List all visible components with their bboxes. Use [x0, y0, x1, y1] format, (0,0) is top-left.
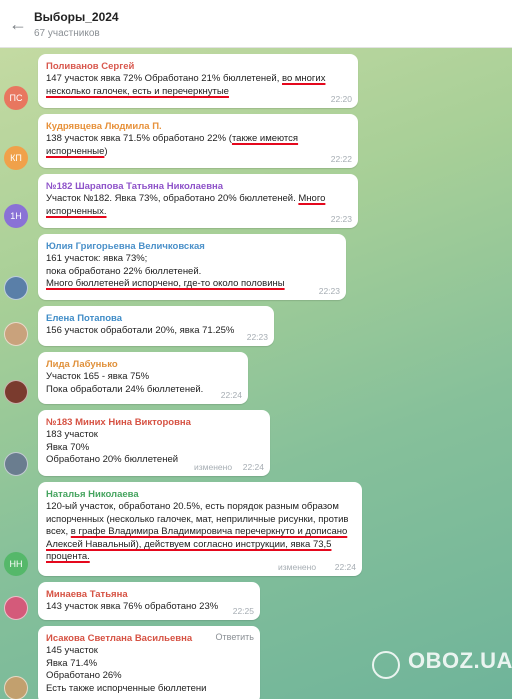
message-text: 156 участок обработали 20%, явка 71.25%: [46, 325, 235, 336]
message-text: 145 участок Явка 71.4% Обработано 26% Ес…: [46, 645, 207, 694]
sender-name[interactable]: №183 Миних Нина Викторовна: [46, 416, 262, 429]
message-time: 22:25: [232, 606, 254, 616]
message-bubble[interactable]: Елена Потапова 156 участок обработали 20…: [38, 306, 274, 346]
message-time: 22:24: [334, 562, 356, 572]
message-text-plain: 147 участок явка 72% Обработано 21% бюлл…: [46, 73, 282, 84]
sender-name[interactable]: Кудрявцева Людмила П.: [46, 120, 350, 133]
avatar[interactable]: ПС: [4, 86, 28, 110]
message-bubble[interactable]: Юлия Григорьевна Величковская 161 участо…: [38, 234, 346, 300]
message-bubble[interactable]: Лида Лабунько Участок 165 - явка 75% Пок…: [38, 352, 248, 404]
avatar[interactable]: 1Н: [4, 204, 28, 228]
message-text: 147 участок явка 72% Обработано 21% бюлл…: [46, 73, 350, 98]
avatar[interactable]: КП: [4, 146, 28, 170]
edited-label: изменено: [278, 562, 317, 572]
chat-header: ← Выборы_2024 67 участников: [0, 0, 512, 48]
sender-name[interactable]: Наталья Николаева: [46, 488, 354, 501]
message-time: 22:24: [242, 462, 264, 472]
message-text: 138 участок явка 71.5% обработано 22% (т…: [46, 133, 350, 158]
sender-name[interactable]: Елена Потапова: [46, 312, 266, 325]
message: Елена Потапова 156 участок обработали 20…: [0, 306, 512, 346]
avatar[interactable]: [4, 596, 28, 620]
avatar[interactable]: [4, 676, 28, 699]
message-bubble[interactable]: Кудрявцева Людмила П. 138 участок явка 7…: [38, 114, 358, 168]
message-text: 183 участок Явка 70% Обработано 20% бюлл…: [46, 429, 179, 465]
message-bubble[interactable]: №182 Шарапова Татьяна Николаевна Участок…: [38, 174, 358, 228]
message: Лида Лабунько Участок 165 - явка 75% Пок…: [0, 352, 512, 404]
message: №183 Миних Нина Викторовна 183 участок Я…: [0, 410, 512, 476]
message: Минаева Татьяна 143 участок явка 76% обр…: [0, 582, 512, 620]
message-text: 143 участок явка 76% обработано 23%: [46, 601, 219, 612]
message-bubble[interactable]: Минаева Татьяна 143 участок явка 76% обр…: [38, 582, 260, 620]
message: Юлия Григорьевна Величковская 161 участо…: [0, 234, 512, 300]
avatar[interactable]: [4, 276, 28, 300]
sender-name[interactable]: Поливанов Сергей: [46, 60, 350, 73]
chat-title[interactable]: Выборы_2024: [34, 10, 119, 24]
avatar[interactable]: [4, 452, 28, 476]
message: КП Кудрявцева Людмила П. 138 участок явк…: [0, 114, 512, 170]
message-text: Участок №182. Явка 73%, обработано 20% б…: [46, 193, 350, 218]
message-text: 120-ый участок, обработано 20.5%, есть п…: [46, 501, 354, 564]
message-text: Участок 165 - явка 75% Пока обработали 2…: [46, 371, 204, 395]
avatar[interactable]: НН: [4, 552, 28, 576]
reply-button[interactable]: Ответить: [216, 632, 254, 642]
sender-name[interactable]: №182 Шарапова Татьяна Николаевна: [46, 180, 350, 193]
sender-name[interactable]: Лида Лабунько: [46, 358, 240, 371]
message-time: 22:22: [330, 154, 352, 164]
sender-name[interactable]: Юлия Григорьевна Величковская: [46, 240, 338, 253]
message-text-plain: 161 участок: явка 73%; пока обработано 2…: [46, 253, 202, 277]
message-text: 161 участок: явка 73%; пока обработано 2…: [46, 253, 338, 291]
message-text-highlight: в графе Владимира Владимировича перечерк…: [46, 526, 348, 562]
sender-name[interactable]: Минаева Татьяна: [46, 588, 252, 601]
message-time: 22:23: [246, 332, 268, 342]
message: 1Н №182 Шарапова Татьяна Николаевна Учас…: [0, 174, 512, 228]
message-text-plain: Участок №182. Явка 73%, обработано 20% б…: [46, 193, 299, 204]
message-time: 22:23: [330, 214, 352, 224]
message-text-plain: ): [104, 145, 108, 157]
message-bubble[interactable]: №183 Миних Нина Викторовна 183 участок Я…: [38, 410, 270, 476]
message-text-highlight: Много бюллетеней испорчено, где-то около…: [46, 278, 285, 289]
logo-icon: [372, 651, 400, 679]
message-bubble[interactable]: Поливанов Сергей 147 участок явка 72% Об…: [38, 54, 358, 108]
edited-label: изменено: [194, 462, 233, 472]
message-time: 22:23: [318, 286, 340, 296]
message: НН Наталья Николаева 120-ый участок, обр…: [0, 482, 512, 576]
arrow-left-icon[interactable]: ←: [8, 14, 28, 34]
message-time: 22:24: [220, 390, 242, 400]
message-bubble[interactable]: Исакова Светлана Васильевна Ответить 145…: [38, 626, 260, 699]
message: ПС Поливанов Сергей 147 участок явка 72%…: [0, 54, 512, 110]
watermark: OBOZ.UA: [408, 648, 512, 673]
message-bubble[interactable]: Наталья Николаева 120-ый участок, обрабо…: [38, 482, 362, 576]
member-count: 67 участников: [34, 28, 100, 39]
avatar[interactable]: [4, 322, 28, 346]
message-text-plain: 138 участок явка 71.5% обработано 22% (: [46, 133, 232, 144]
avatar[interactable]: [4, 380, 28, 404]
message-time: 22:20: [330, 94, 352, 104]
